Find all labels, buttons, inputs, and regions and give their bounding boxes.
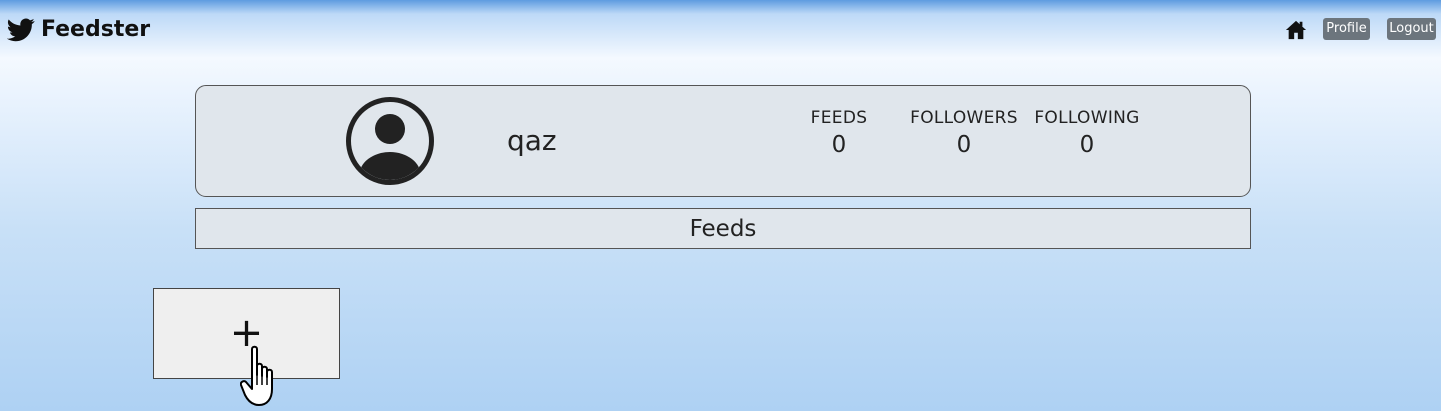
stat-label: FOLLOWING	[1034, 108, 1140, 128]
feeds-header: Feeds	[195, 208, 1251, 249]
add-feed-button[interactable]: +	[153, 288, 340, 379]
plus-icon: +	[229, 310, 264, 356]
stat-value: 0	[831, 132, 847, 158]
twitter-bird-icon	[7, 17, 35, 41]
navbar: Feedster Profile Logout	[0, 0, 1441, 58]
home-icon[interactable]	[1285, 19, 1307, 41]
stat-feeds[interactable]: FEEDS 0	[804, 108, 874, 158]
user-circle-icon	[346, 97, 434, 185]
profile-button[interactable]: Profile	[1323, 18, 1370, 40]
brand[interactable]: Feedster	[7, 17, 150, 42]
stat-value: 0	[1079, 132, 1095, 158]
profile-card: qaz FEEDS 0 FOLLOWERS 0 FOLLOWING 0	[195, 85, 1251, 197]
stat-following[interactable]: FOLLOWING 0	[1011, 108, 1163, 158]
brand-name: Feedster	[41, 17, 151, 42]
stat-label: FEEDS	[810, 108, 868, 128]
profile-username: qaz	[507, 124, 557, 157]
logout-button[interactable]: Logout	[1387, 18, 1436, 40]
